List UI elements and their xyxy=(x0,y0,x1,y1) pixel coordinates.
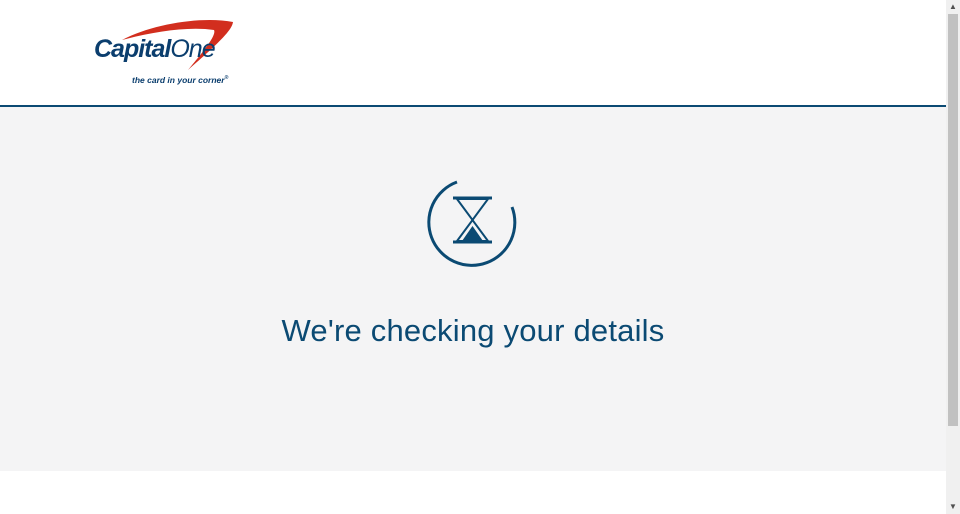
hourglass-icon xyxy=(427,180,517,267)
scroll-up-arrow-icon[interactable]: ▲ xyxy=(946,0,960,14)
scrollbar-thumb[interactable] xyxy=(948,14,958,426)
page: CapitalOne the card in your corner® We'r… xyxy=(0,0,946,514)
status-message: We're checking your details xyxy=(281,313,665,348)
main-content: We're checking your details xyxy=(0,107,946,471)
registered-mark: ® xyxy=(224,75,229,82)
scroll-down-arrow-icon[interactable]: ▼ xyxy=(946,500,960,514)
page-footer xyxy=(0,471,946,514)
wordmark-capital: Capital xyxy=(94,35,171,63)
site-header: CapitalOne the card in your corner® xyxy=(0,0,946,107)
wordmark-one: One xyxy=(170,35,215,63)
vertical-scrollbar[interactable]: ▲ ▼ xyxy=(946,0,960,514)
logo-wordmark: CapitalOne xyxy=(94,35,216,64)
tagline-text: the card in your corner xyxy=(132,75,225,85)
capital-one-logo[interactable]: CapitalOne the card in your corner® xyxy=(92,18,252,88)
logo-tagline: the card in your corner® xyxy=(132,75,228,85)
